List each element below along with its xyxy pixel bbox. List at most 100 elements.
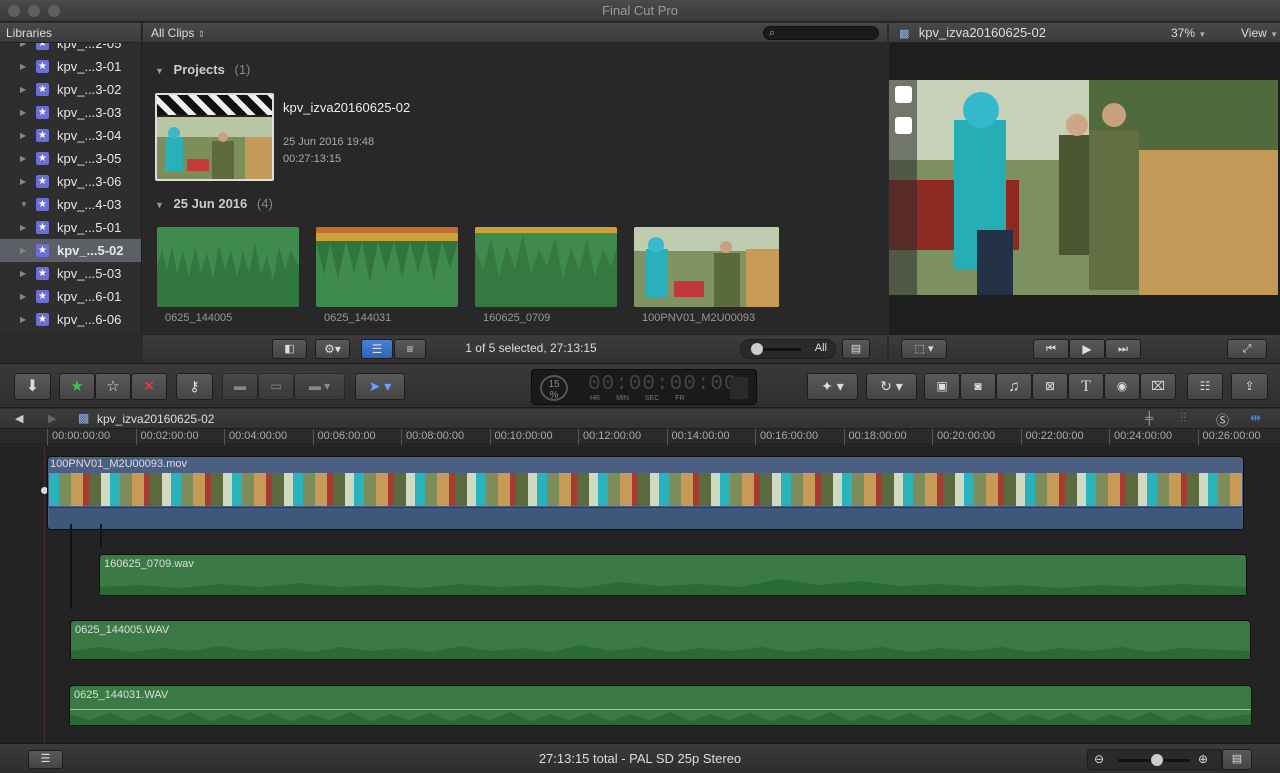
photos-icon: ▣ [936,379,948,393]
clip-appearance-button[interactable]: ▤ [842,339,870,359]
project-name[interactable]: kpv_izva20160625-02 [283,100,410,115]
clip-thumbnail[interactable] [157,227,299,307]
library-item[interactable]: ▶ ★ kpv_...5-02 [0,239,141,262]
disclosure-closed-icon[interactable]: ▶ [20,308,26,331]
clip-zoom-slider[interactable]: All [740,339,836,359]
library-item[interactable]: ▶ ★ kpv_...2-05 [0,43,141,55]
disclosure-closed-icon[interactable]: ▶ [20,262,26,285]
minimize-window-button[interactable] [28,5,40,17]
action-menu-button[interactable]: ⚙▾ [315,339,350,359]
library-item-label: kpv_...6-06 [57,312,122,327]
overlay-handle[interactable] [895,117,912,134]
project-thumbnail[interactable] [155,93,274,181]
disclosure-closed-icon[interactable]: ▶ [20,239,26,262]
library-item[interactable]: ▶ ★ kpv_...3-02 [0,78,141,101]
search-input[interactable]: ⌕ [763,26,879,40]
enhancements-button[interactable]: ✦ ▾ [807,373,858,400]
zoom-slider-knob[interactable] [1151,754,1163,766]
clip-thumbnail[interactable] [634,227,779,307]
disclosure-closed-icon[interactable]: ▶ [20,285,26,308]
project-duration: 00:27:13:15 [283,153,342,165]
keyword-button[interactable]: ⚷ [176,373,213,400]
projects-section-header[interactable]: ▼ Projects (1) [155,62,250,77]
inspector-button[interactable]: ☷ [1187,373,1223,400]
disclosure-closed-icon[interactable]: ▶ [20,101,26,124]
fullscreen-button[interactable]: ⤢ [1227,339,1267,359]
zoom-menu[interactable]: 37% ▼ [1171,23,1206,45]
import-button[interactable]: ⬇ [14,373,51,400]
zoom-window-button[interactable] [48,5,60,17]
library-item[interactable]: ▶ ★ kpv_...6-06 [0,308,141,331]
clip-appearance-button[interactable]: ▤ [1222,749,1252,770]
solo-icon[interactable]: Ⓢ [1216,410,1229,429]
library-item[interactable]: ▶ ★ kpv_...3-05 [0,147,141,170]
snapping-icon[interactable]: ⇹ [1250,410,1261,426]
disclosure-closed-icon[interactable]: ▶ [20,170,26,193]
disclosure-open-icon[interactable]: ▼ [20,193,28,216]
timecode-display[interactable]: 15% 00:00:00:00 HR MIN SEC FR [531,369,757,405]
forward-arrow-icon[interactable]: ▶ [48,412,56,425]
zoom-out-icon[interactable]: ⊖ [1094,752,1104,766]
media-browser-button[interactable]: ▣ [924,373,960,400]
event-section-header[interactable]: ▼ 25 Jun 2016 (4) [155,196,273,211]
library-item[interactable]: ▶ ★ kpv_...3-04 [0,124,141,147]
library-item[interactable]: ▶ ★ kpv_...3-01 [0,55,141,78]
library-item[interactable]: ▶ ★ kpv_...5-01 [0,216,141,239]
previous-edit-button[interactable]: ⏮ [1033,339,1069,359]
disclosure-closed-icon[interactable]: ▶ [20,78,26,101]
skimming-toggle-icon[interactable]: ╪ [1145,411,1154,425]
overlay-handle[interactable] [895,86,912,103]
unrate-button[interactable]: ☆ [95,373,131,400]
audio-clip[interactable]: 160625_0709.wav [99,554,1247,596]
next-edit-button[interactable]: ⏭ [1105,339,1141,359]
audio-clip[interactable]: 0625_144005.WAV [70,620,1251,660]
audio-clip[interactable]: 0625_144031.WAV [69,685,1252,726]
retime-button[interactable]: ↻ ▾ [866,373,917,400]
video-clip[interactable]: 100PNV01_M2U00093.mov [47,456,1244,530]
clip-filter-menu[interactable]: All Clips ⇕ [151,26,205,40]
timeline-body[interactable]: 100PNV01_M2U00093.mov 160625_0709.wav 06… [0,446,1280,743]
timeline-summary: 27:13:15 total - PAL SD 25p Stereo [538,751,742,766]
audio-meter-icon[interactable] [730,377,748,399]
transitions-button[interactable]: ⊠ [1032,373,1068,400]
clip-thumbnail[interactable] [316,227,458,307]
library-item[interactable]: ▶ ★ kpv_...5-03 [0,262,141,285]
viewer-canvas[interactable] [889,80,1278,295]
library-item[interactable]: ▶ ★ kpv_...3-06 [0,170,141,193]
photos-button[interactable]: ◙ [960,373,996,400]
disclosure-closed-icon[interactable]: ▶ [20,124,26,147]
timeline-zoom-control[interactable]: ⊖ ⊕ [1087,749,1222,770]
filmstrip-view-button[interactable]: ☰ [361,339,393,359]
zoom-in-icon[interactable]: ⊕ [1198,752,1208,766]
library-item[interactable]: ▶ ★ kpv_...6-01 [0,285,141,308]
timeline-index-button[interactable]: ☰ [28,750,63,769]
music-button[interactable]: ♫ [996,373,1032,400]
timeline-ruler[interactable]: 00:00:00:00 00:02:00:00 00:04:00:00 00:06:0… [0,429,1280,445]
titles-button[interactable]: T [1068,373,1104,400]
connect-button[interactable]: ▬ [222,373,258,400]
themes-button[interactable]: ⌧ [1140,373,1176,400]
transform-menu-button[interactable]: ⬚ ▾ [901,339,947,359]
disclosure-closed-icon[interactable]: ▶ [20,55,26,78]
generators-button[interactable]: ◉ [1104,373,1140,400]
close-window-button[interactable] [8,5,20,17]
disclosure-closed-icon[interactable]: ▶ [20,147,26,170]
audio-skimming-icon[interactable]: ⫶⫶ [1180,411,1186,426]
insert-button[interactable]: ▭ [258,373,294,400]
background-tasks-dial[interactable]: 15% [540,375,568,401]
clip-thumbnail[interactable] [475,227,617,307]
select-tool-button[interactable]: ➤ ▾ [355,373,405,400]
play-button[interactable]: ▶ [1069,339,1105,359]
append-button[interactable]: ▬ ▾ [294,373,345,400]
disclosure-closed-icon[interactable]: ▶ [20,43,26,55]
favorite-button[interactable]: ★ [59,373,95,400]
reject-button[interactable]: ✕ [131,373,167,400]
library-item[interactable]: ▶ ★ kpv_...3-03 [0,101,141,124]
library-item[interactable]: ▼ ★ kpv_...4-03 [0,193,141,216]
view-menu[interactable]: View ▼ [1241,23,1278,45]
back-arrow-icon[interactable]: ◀ [15,412,23,425]
toggle-library-button[interactable]: ◧ [272,339,307,359]
disclosure-closed-icon[interactable]: ▶ [20,216,26,239]
slider-knob[interactable] [751,343,763,355]
share-button[interactable]: ⇪ [1231,373,1268,400]
